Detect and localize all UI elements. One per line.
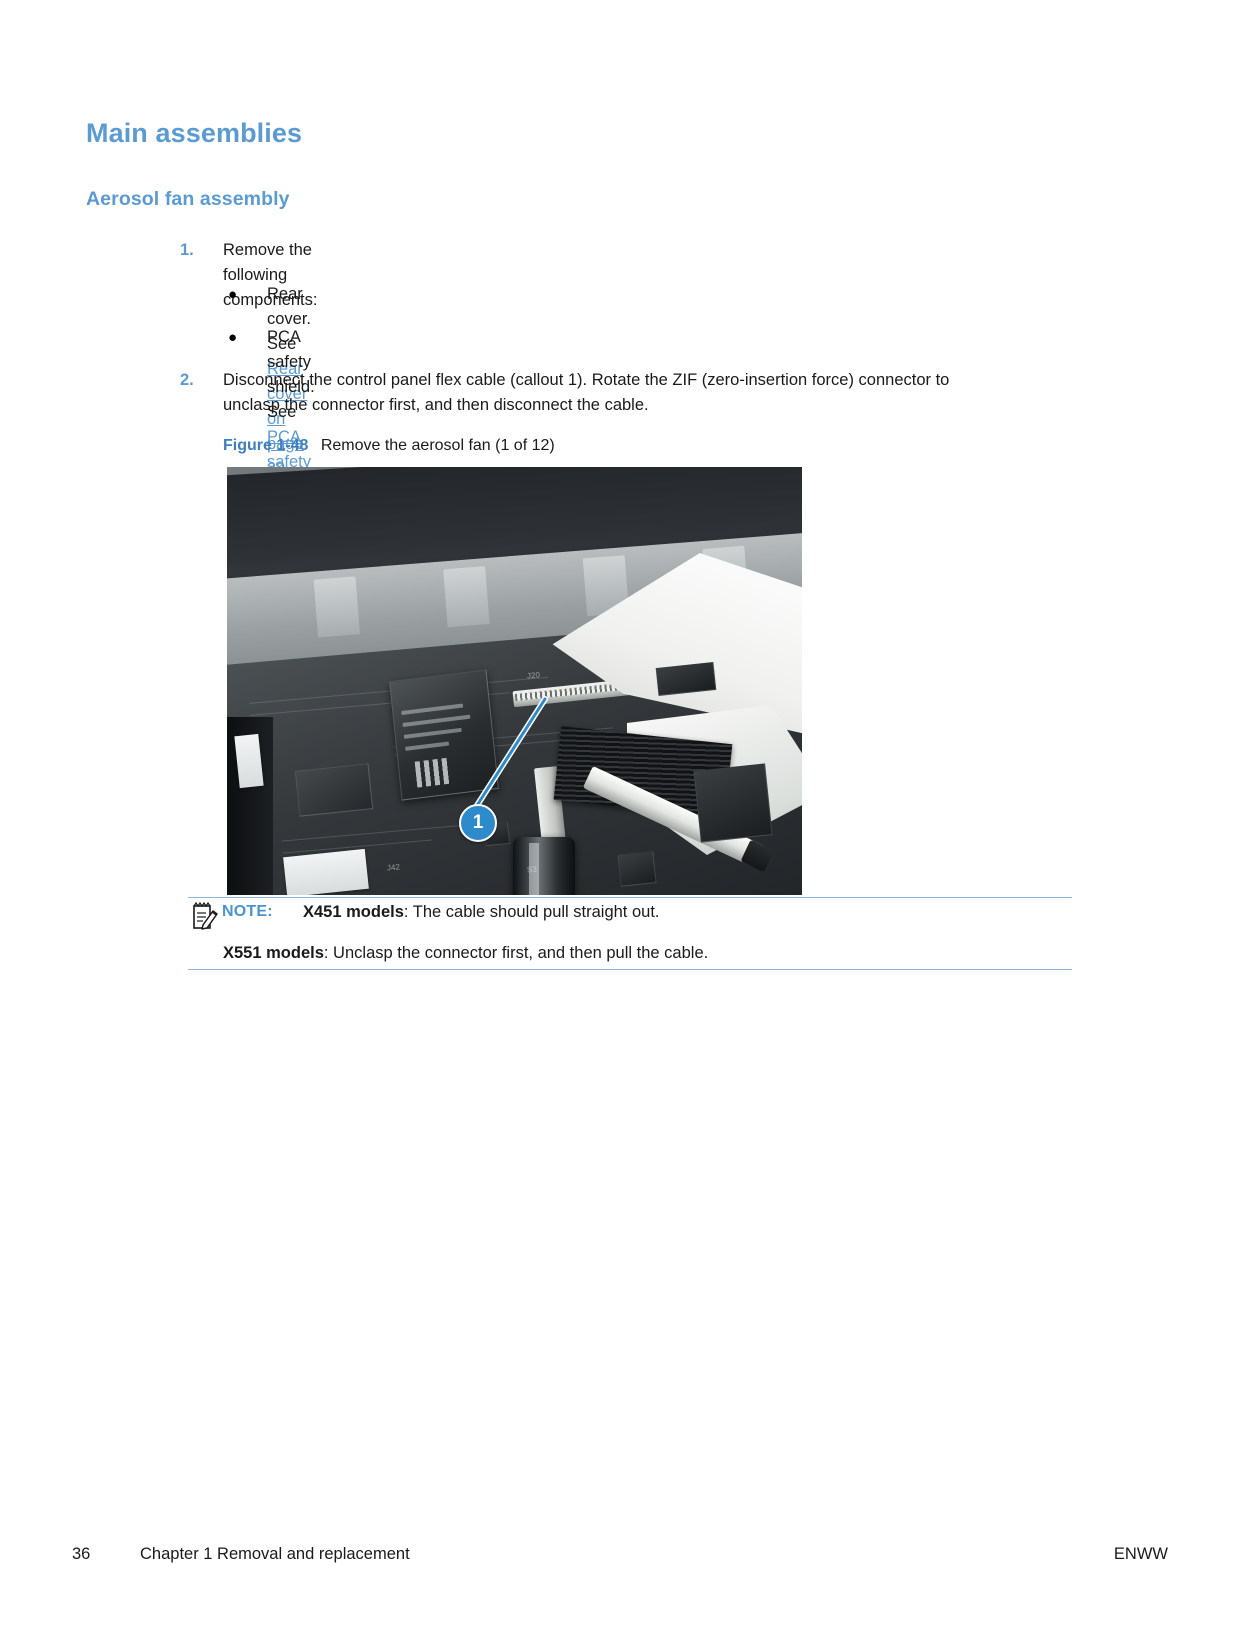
callout-marker-1: 1 xyxy=(459,804,497,842)
figure-label: Figure 1-48 xyxy=(223,437,309,454)
note-line-1-rest: : The cable should pull straight out. xyxy=(403,903,660,921)
footer-page-number: 36 xyxy=(72,1545,91,1563)
figure-caption-text: Remove the aerosol fan (1 of 12) xyxy=(320,437,555,454)
photo-ic-logo xyxy=(414,757,452,788)
document-page: Main assemblies Aerosol fan assembly 1. … xyxy=(0,0,1240,1650)
photo-silkscreen-j42: J42 xyxy=(386,862,401,873)
note-line-1-model: X451 models xyxy=(303,903,404,921)
photo-silkscreen-j20: J20 xyxy=(526,670,541,681)
photo-chassis-tab xyxy=(313,576,360,638)
step-number-1: 1. xyxy=(180,241,194,259)
photo-silkscreen-s3: S3 xyxy=(526,864,538,875)
footer-chapter-title: Chapter 1 Removal and replacement xyxy=(140,1545,410,1563)
photo-secondary-ic xyxy=(294,763,374,817)
photo-component xyxy=(617,851,657,887)
figure-caption: Figure 1-48 Remove the aerosol fan (1 of… xyxy=(223,437,555,455)
bullet-icon: ● xyxy=(228,329,238,346)
photo-silkscreen-s2: S2 xyxy=(582,648,594,659)
procedure-step-2: 2. Disconnect the control panel flex cab… xyxy=(0,368,949,418)
photo-label-sticker xyxy=(283,848,369,895)
note-line-2-model: X551 models xyxy=(223,944,324,962)
page-title: Main assemblies xyxy=(86,118,303,148)
note-line-2-rest: : Unclasp the connector first, and then … xyxy=(323,944,709,962)
note-pencil-icon xyxy=(193,901,218,930)
bullet-icon: ● xyxy=(228,286,238,303)
photo-component xyxy=(693,763,773,843)
section-subtitle: Aerosol fan assembly xyxy=(86,188,290,210)
note-line-1: X451 models: The cable should pull strai… xyxy=(303,903,660,922)
note-rule-top xyxy=(188,897,1072,898)
footer-enww-label: ENWW xyxy=(1113,1545,1168,1563)
photo-electrolytic-capacitor xyxy=(513,837,575,895)
note-line-2: X551 models: Unclasp the connector first… xyxy=(223,944,708,963)
step-number-2: 2. xyxy=(180,371,194,389)
note-label: NOTE: xyxy=(222,903,273,920)
step-text-2: Disconnect the control panel flex cable … xyxy=(223,371,950,414)
figure-image: J20 J42 S2 S3 1 xyxy=(227,467,802,895)
photo-chassis-tab xyxy=(443,566,490,628)
note-rule-bottom xyxy=(188,969,1072,970)
photo-main-ic xyxy=(389,669,499,801)
